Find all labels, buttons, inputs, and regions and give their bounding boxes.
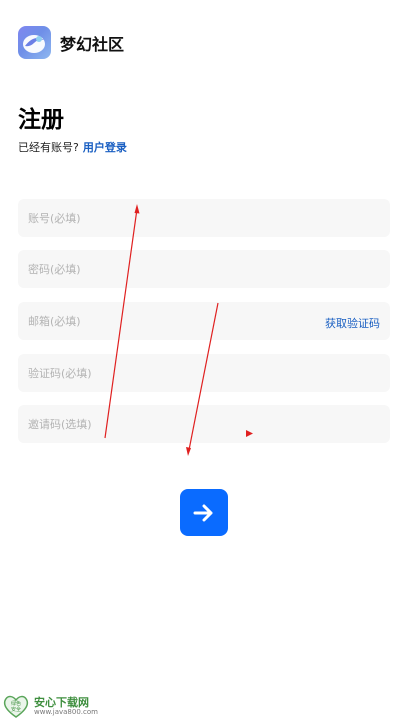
login-link[interactable]: 用户登录 xyxy=(83,141,127,154)
verification-code-input[interactable] xyxy=(18,354,390,392)
invite-code-field xyxy=(18,405,390,443)
have-account-text: 已经有账号? xyxy=(18,141,79,154)
heart-shield-icon: 绿色 安全 xyxy=(3,695,29,718)
community-logo-icon xyxy=(18,26,51,59)
password-field xyxy=(18,250,390,288)
invite-code-input[interactable] xyxy=(18,405,390,443)
submit-button[interactable] xyxy=(180,489,228,536)
watermark-url: www.java800.com xyxy=(34,707,98,716)
annotation-arrowhead-down xyxy=(186,447,191,456)
get-code-button[interactable]: 获取验证码 xyxy=(325,315,380,331)
app-title: 梦幻社区 xyxy=(60,34,125,54)
watermark-title: 安心下载网 xyxy=(34,695,89,709)
watermark-texts: 安心下载网 www.java800.com xyxy=(34,697,98,716)
verification-code-field xyxy=(18,354,390,392)
password-input[interactable] xyxy=(18,250,390,288)
arrow-right-icon xyxy=(193,504,213,521)
account-field xyxy=(18,199,390,237)
email-field: 获取验证码 xyxy=(18,302,390,340)
badge-top-text: 绿色 xyxy=(11,700,21,707)
badge-bottom-text: 安全 xyxy=(11,706,21,713)
page-title: 注册 xyxy=(18,107,64,133)
login-prompt: 已经有账号? 用户登录 xyxy=(18,139,127,155)
watermark: 绿色 安全 安心下载网 www.java800.com xyxy=(2,692,98,720)
app-header: 梦幻社区 xyxy=(18,26,124,59)
account-input[interactable] xyxy=(18,199,390,237)
